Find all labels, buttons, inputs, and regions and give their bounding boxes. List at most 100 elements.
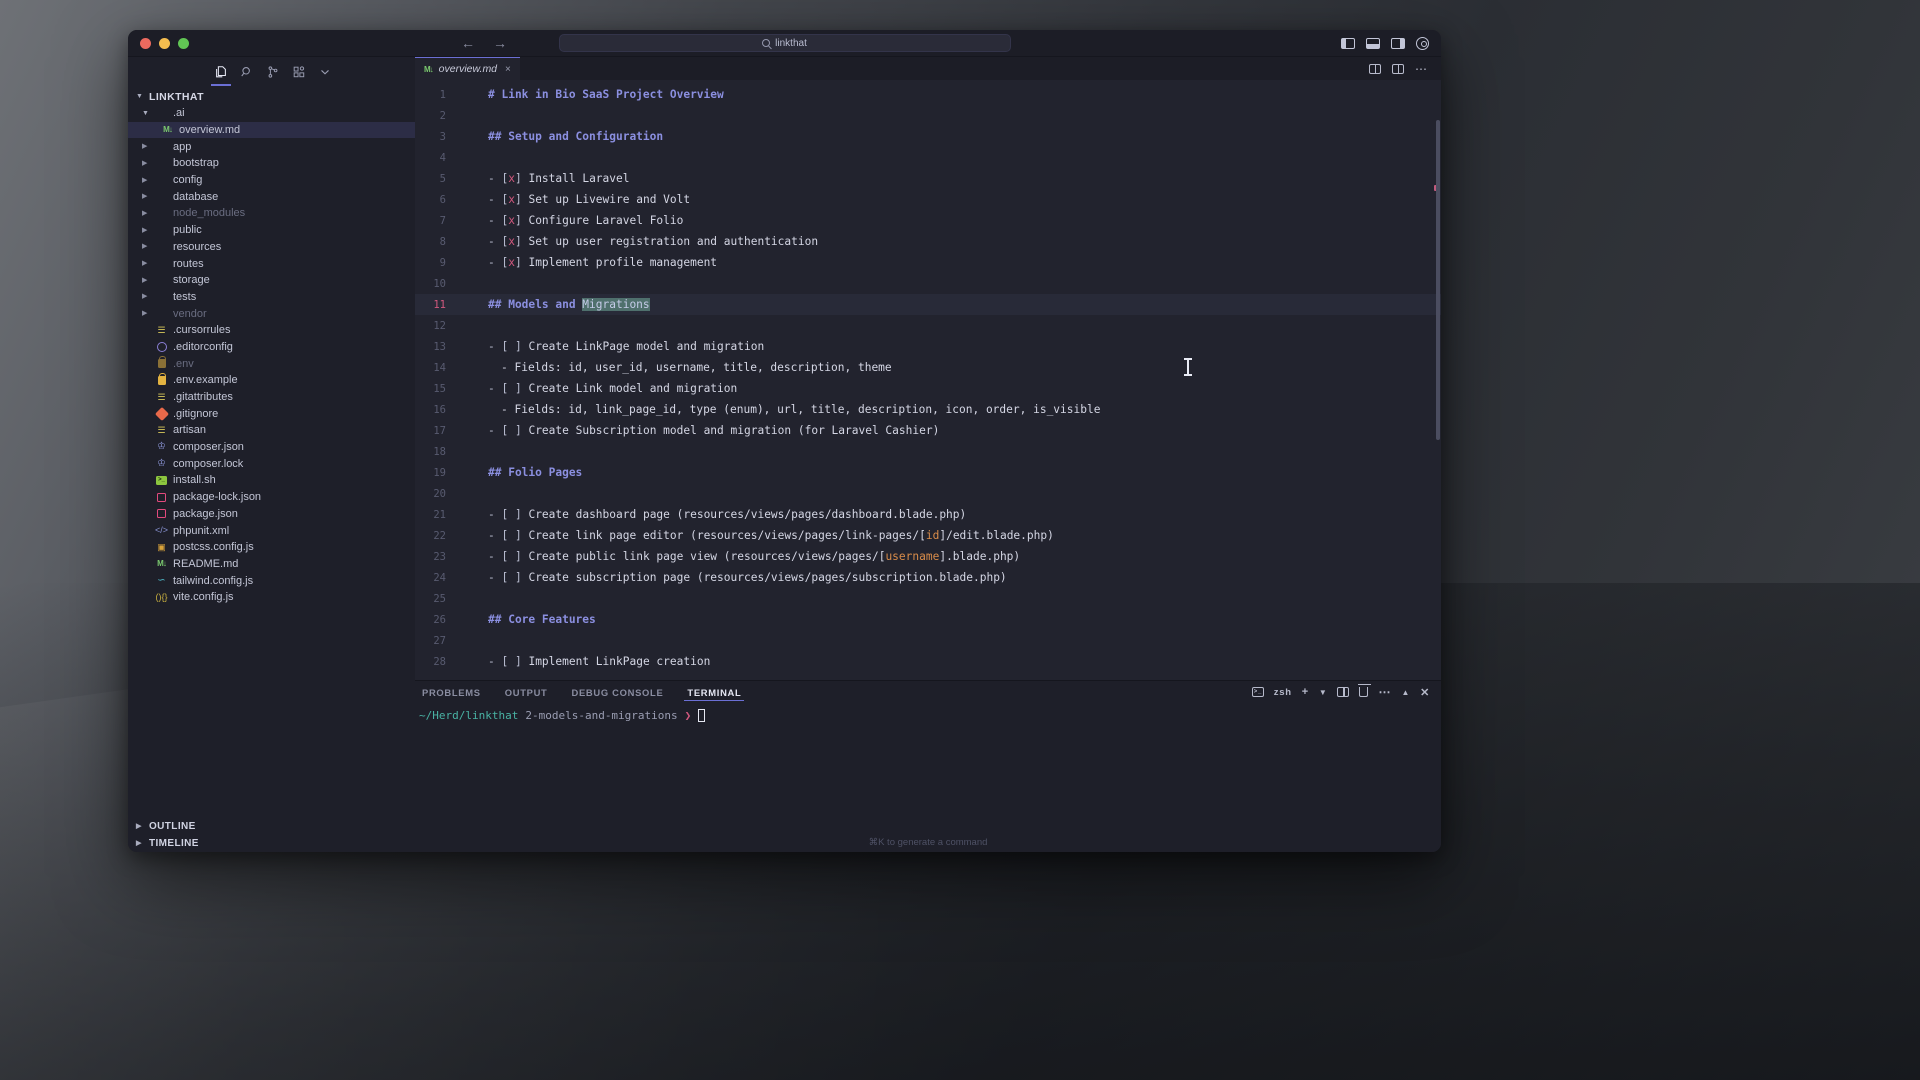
chevron-right-icon[interactable]: ▶ — [142, 160, 150, 167]
code-line[interactable]: 20 — [415, 483, 1441, 504]
code-line[interactable]: 19 ## Folio Pages — [415, 462, 1441, 483]
code-line[interactable]: 7 - [x] Configure Laravel Folio — [415, 210, 1441, 231]
code-line[interactable]: 12 — [415, 315, 1441, 336]
tab-debug-console[interactable]: DEBUG CONSOLE — [568, 681, 666, 703]
tree-item-vendor[interactable]: ▶ vendor — [128, 305, 415, 322]
chevron-right-icon[interactable]: ▶ — [142, 143, 150, 150]
code-line[interactable]: 26 ## Core Features — [415, 609, 1441, 630]
code-line[interactable]: 28 - [ ] Implement LinkPage creation — [415, 651, 1441, 672]
tree-item-database[interactable]: ▶ database — [128, 188, 415, 205]
tree-item--editorconfig[interactable]: .editorconfig — [128, 339, 415, 356]
tree-item-node-modules[interactable]: ▶ node_modules — [128, 205, 415, 222]
chevron-right-icon[interactable]: ▶ — [142, 177, 150, 184]
tree-item--gitattributes[interactable]: ☰ .gitattributes — [128, 389, 415, 406]
tree-item-bootstrap[interactable]: ▶ bootstrap — [128, 155, 415, 172]
panel-actions[interactable]: >_ zsh + ▼ ⋯ ▲ ✕ — [1251, 684, 1441, 699]
code-line[interactable]: 3 ## Setup and Configuration — [415, 126, 1441, 147]
tree-item-composer-lock[interactable]: ♔ composer.lock — [128, 455, 415, 472]
tab-overview-md[interactable]: M↓ overview.md × — [415, 57, 520, 80]
sidebar-item-search[interactable] — [234, 59, 260, 85]
sidebar-item-source-control[interactable] — [260, 59, 286, 85]
tree-item-tests[interactable]: ▶ tests — [128, 289, 415, 306]
tab-terminal[interactable]: TERMINAL — [684, 681, 745, 703]
toggle-secondary-sidebar-icon[interactable] — [1391, 37, 1405, 49]
editor-scrollbar-thumb[interactable] — [1436, 120, 1440, 440]
code-lines[interactable]: 1 # Link in Bio SaaS Project Overview 2 3 ##… — [415, 80, 1441, 680]
code-editor[interactable]: 1 # Link in Bio SaaS Project Overview 2 3 ##… — [415, 80, 1441, 680]
navigation-arrows[interactable]: ← → — [461, 36, 507, 50]
tree-item-overview-md[interactable]: M↓ overview.md — [128, 121, 415, 139]
kill-terminal-icon[interactable] — [1358, 684, 1372, 697]
tree-item-public[interactable]: ▶ public — [128, 222, 415, 239]
tree-item-app[interactable]: ▶ app — [128, 138, 415, 155]
tab-output[interactable]: OUTPUT — [502, 681, 551, 703]
new-terminal-icon[interactable]: + — [1302, 686, 1309, 698]
code-line[interactable]: 2 — [415, 105, 1441, 126]
sidebar-item-extensions[interactable] — [286, 59, 312, 85]
maximize-panel-icon[interactable]: ▲ — [1401, 688, 1410, 697]
code-line[interactable]: 24 - [ ] Create subscription page (resour… — [415, 567, 1441, 588]
window-controls[interactable] — [128, 37, 189, 49]
chevron-right-icon[interactable]: ▶ — [142, 310, 150, 317]
split-editor-right-icon[interactable] — [1369, 63, 1381, 74]
tree-item-package-lock-json[interactable]: package-lock.json — [128, 489, 415, 506]
chevron-right-icon[interactable]: ▶ — [142, 260, 150, 267]
chevron-right-icon[interactable]: ▶ — [142, 210, 150, 217]
file-explorer-tree[interactable]: ▼ LINKTHAT ▼ .ai M↓ overview.md ▶ app ▶ bootstr… — [128, 86, 415, 818]
tree-item--ai[interactable]: ▼ .ai — [128, 105, 415, 122]
tree-item--env[interactable]: .env — [128, 355, 415, 372]
code-line[interactable]: 8 - [x] Set up user registration and auth… — [415, 231, 1441, 252]
tree-item-routes[interactable]: ▶ routes — [128, 255, 415, 272]
toggle-panel-icon[interactable] — [1366, 37, 1380, 49]
code-line[interactable]: 11 ## Models and Migrations — [415, 294, 1441, 315]
code-line[interactable]: 15 - [ ] Create Link model and migration — [415, 378, 1441, 399]
code-line[interactable]: 16 - Fields: id, link_page_id, type (enum… — [415, 399, 1441, 420]
section-timeline[interactable]: ▶ TIMELINE — [128, 835, 415, 852]
code-line[interactable]: 21 - [ ] Create dashboard page (resources… — [415, 504, 1441, 525]
split-terminal-icon[interactable] — [1337, 687, 1350, 697]
tree-item--env-example[interactable]: .env.example — [128, 372, 415, 389]
code-line[interactable]: 27 — [415, 630, 1441, 651]
code-line[interactable]: 18 — [415, 441, 1441, 462]
code-line[interactable]: 23 - [ ] Create public link page view (re… — [415, 546, 1441, 567]
chevron-right-icon[interactable]: ▶ — [142, 243, 150, 250]
tree-item-tailwind-config-js[interactable]: ∽ tailwind.config.js — [128, 572, 415, 589]
tree-item--gitignore[interactable]: .gitignore — [128, 405, 415, 422]
minimize-window-button[interactable] — [159, 37, 170, 49]
tree-item-install-sh[interactable]: >_ install.sh — [128, 472, 415, 489]
code-line[interactable]: 9 - [x] Implement profile management — [415, 252, 1441, 273]
code-line[interactable]: 22 - [ ] Create link page editor (resourc… — [415, 525, 1441, 546]
sidebar-item-more[interactable] — [312, 59, 338, 85]
code-line[interactable]: 4 — [415, 147, 1441, 168]
code-line[interactable]: 6 - [x] Set up Livewire and Volt — [415, 189, 1441, 210]
tree-item-resources[interactable]: ▶ resources — [128, 239, 415, 256]
chevron-right-icon[interactable]: ▶ — [142, 227, 150, 234]
chevron-down-icon[interactable]: ▼ — [1319, 688, 1328, 697]
back-arrow-icon[interactable]: ← — [461, 36, 475, 50]
split-editor-down-icon[interactable] — [1392, 63, 1404, 74]
forward-arrow-icon[interactable]: → — [493, 36, 507, 50]
code-line[interactable]: 10 — [415, 273, 1441, 294]
tree-item-readme-md[interactable]: M↓ README.md — [128, 556, 415, 573]
editor-actions[interactable]: ⋯ — [1369, 57, 1441, 80]
command-center-input[interactable]: linkthat — [558, 34, 1011, 52]
chevron-down-icon[interactable]: ▼ — [142, 110, 150, 117]
explorer-root-folder[interactable]: ▼ LINKTHAT — [128, 88, 415, 105]
chevron-right-icon[interactable]: ▶ — [142, 277, 150, 284]
close-window-button[interactable] — [140, 37, 151, 49]
chevron-right-icon[interactable]: ▶ — [142, 193, 150, 200]
code-line[interactable]: 13 - [ ] Create LinkPage model and migrat… — [415, 336, 1441, 357]
code-line[interactable]: 1 # Link in Bio SaaS Project Overview — [415, 84, 1441, 105]
code-line[interactable]: 5 - [x] Install Laravel — [415, 168, 1441, 189]
tree-item-phpunit-xml[interactable]: </> phpunit.xml — [128, 522, 415, 539]
tab-problems[interactable]: PROBLEMS — [419, 681, 484, 703]
more-actions-icon[interactable]: ⋯ — [1415, 62, 1428, 76]
panel-more-icon[interactable]: ⋯ — [1378, 685, 1391, 699]
chevron-right-icon[interactable]: ▶ — [142, 293, 150, 300]
close-panel-icon[interactable]: ✕ — [1420, 686, 1430, 699]
tree-item-package-json[interactable]: package.json — [128, 506, 415, 523]
maximize-window-button[interactable] — [178, 37, 189, 49]
tree-item-artisan[interactable]: ☰ artisan — [128, 422, 415, 439]
tree-item-storage[interactable]: ▶ storage — [128, 272, 415, 289]
tree-item-composer-json[interactable]: ♔ composer.json — [128, 439, 415, 456]
